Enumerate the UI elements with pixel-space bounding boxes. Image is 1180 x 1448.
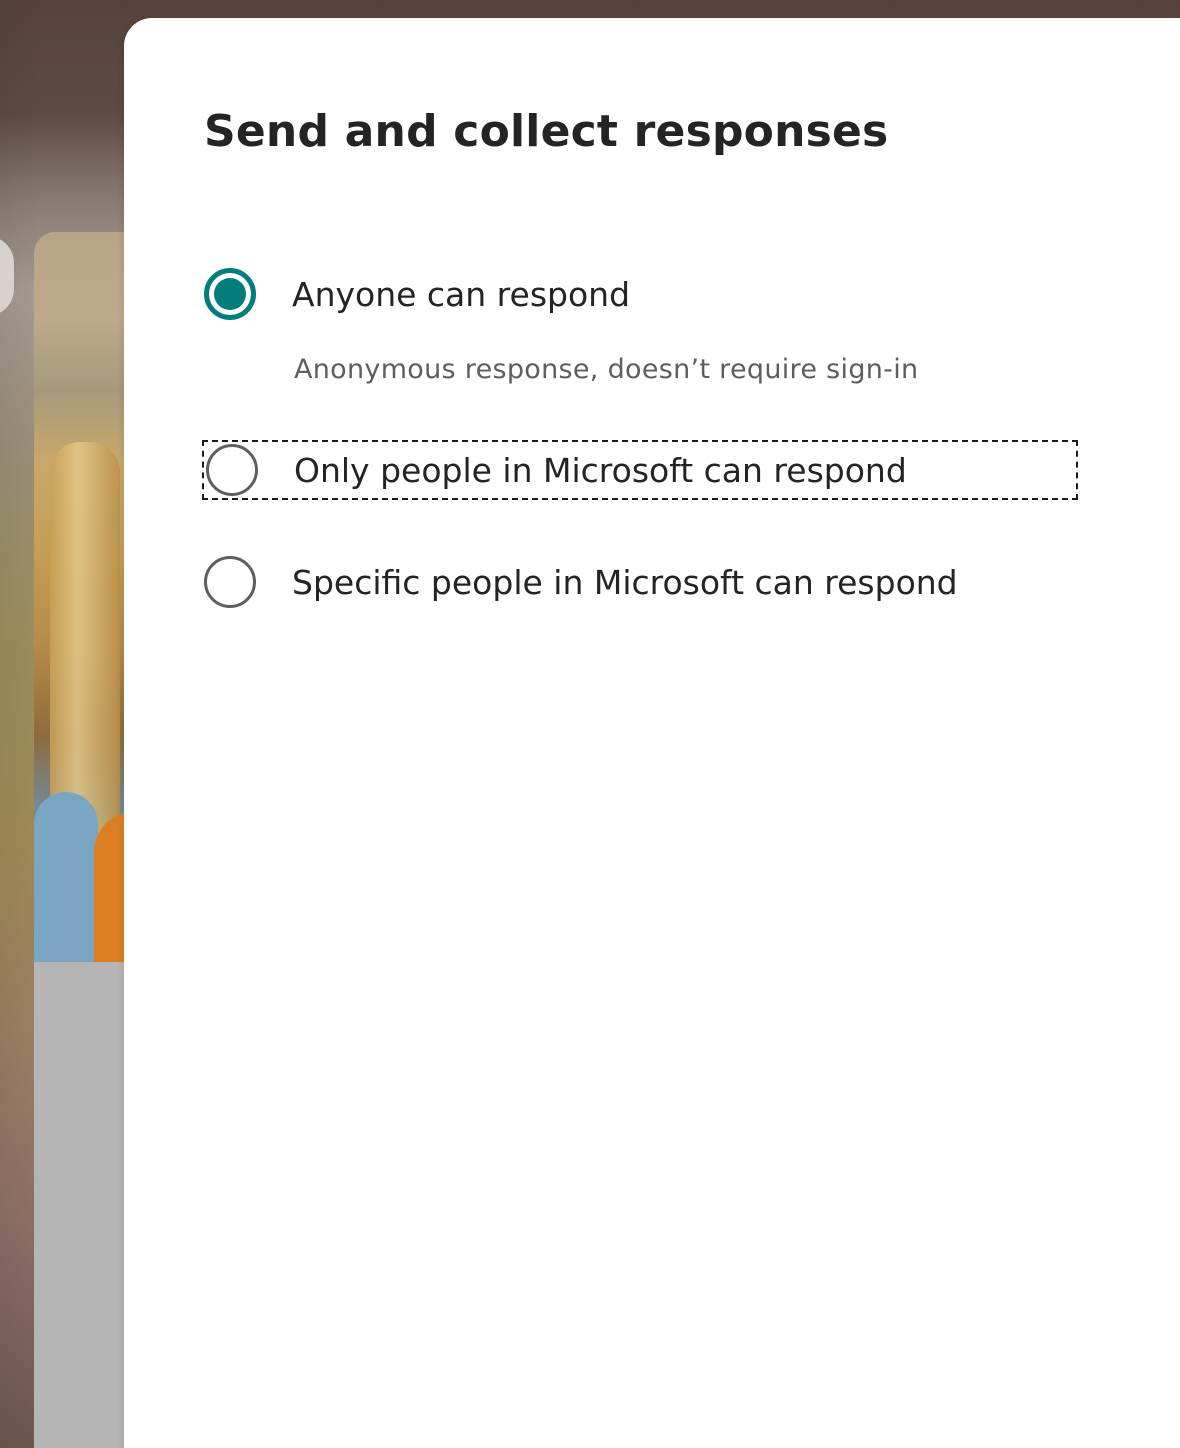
option-specific-people-can-respond[interactable]: Specific people in Microsoft can respond [204,554,958,610]
option-label: Only people in Microsoft can respond [294,450,907,490]
option-anyone-can-respond[interactable]: Anyone can respond [204,266,630,322]
panel-title: Send and collect responses [204,106,889,157]
send-responses-panel: Send and collect responses Anyone can re… [124,18,1180,1448]
option-label: Specific people in Microsoft can respond [292,562,958,602]
macaron-image-part [34,792,98,962]
radio-unchecked-icon[interactable] [204,556,256,608]
option-label: Anyone can respond [292,274,631,314]
radio-unchecked-icon[interactable] [206,444,258,496]
page-background: Send and collect responses Anyone can re… [0,0,1180,1448]
radio-checked-icon[interactable] [204,268,256,320]
option-description: Anonymous response, doesn’t require sign… [294,354,919,385]
option-only-microsoft-can-respond[interactable]: Only people in Microsoft can respond [202,440,1078,500]
